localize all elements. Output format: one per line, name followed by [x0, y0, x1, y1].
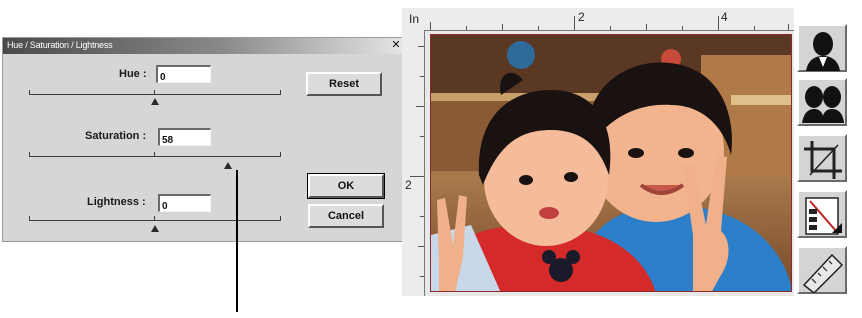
lightness-slider-tick [29, 216, 30, 221]
hue-slider-track[interactable] [29, 94, 281, 95]
hue-slider-tick [154, 90, 155, 95]
saturation-slider-tick [154, 152, 155, 157]
lightness-label: Lightness : [87, 196, 146, 208]
hue-slider-tick [280, 90, 281, 95]
ruler-tick [418, 46, 424, 47]
ok-button[interactable]: OK [307, 173, 385, 199]
saturation-input[interactable] [160, 133, 210, 148]
ruler-tick [718, 16, 719, 30]
ruler-h-label: 2 [578, 10, 585, 24]
hue-input[interactable] [158, 70, 210, 85]
ruler-tick [682, 26, 683, 30]
preview-toolbar [797, 24, 849, 294]
saturation-slider-track[interactable] [29, 156, 281, 157]
crop-button[interactable] [797, 134, 847, 182]
horizontal-ruler: In 2 4 [402, 8, 794, 31]
single-portrait-button[interactable] [797, 24, 847, 72]
reset-button[interactable]: Reset [306, 72, 382, 96]
lightness-slider-track[interactable] [29, 220, 281, 221]
ruler-icon [802, 253, 844, 293]
ruler-tick [574, 16, 575, 30]
single-portrait-icon [806, 32, 840, 71]
hue-slider-thumb[interactable] [151, 98, 159, 105]
lightness-slider-thumb[interactable] [151, 225, 159, 232]
ruler-tick [754, 26, 755, 30]
ruler-unit: In [409, 12, 420, 26]
ruler-tick [410, 176, 424, 177]
two-portraits-icon [802, 86, 844, 123]
two-portraits-button[interactable] [797, 78, 847, 126]
lightness-field[interactable] [158, 194, 211, 214]
vertical-ruler: 2 [402, 30, 425, 296]
close-icon[interactable]: ✕ [390, 39, 402, 52]
children-photo [431, 35, 791, 291]
saturation-field[interactable] [158, 128, 211, 148]
dialog-title: Hue / Saturation / Lightness [7, 40, 113, 50]
crop-icon [804, 141, 842, 179]
saturation-slider-tick [29, 152, 30, 157]
ruler-tick [420, 276, 424, 277]
ruler-tick [420, 136, 424, 137]
text-size-button[interactable] [797, 190, 847, 238]
saturation-slider-thumb[interactable] [224, 162, 232, 169]
ruler-tick [430, 22, 431, 30]
cancel-button[interactable]: Cancel [308, 204, 384, 228]
ruler-tick [610, 26, 611, 30]
ruler-tick [418, 246, 424, 247]
ruler-tick [420, 76, 424, 77]
text-size-icon [805, 197, 842, 235]
callout-line [236, 170, 238, 312]
lightness-input[interactable] [160, 199, 210, 214]
preview-photo[interactable] [430, 34, 792, 292]
hue-saturation-lightness-dialog: Hue / Saturation / Lightness ✕ Hue : Sat… [2, 37, 405, 242]
ruler-h-label: 4 [721, 10, 728, 24]
ruler-tick [502, 24, 503, 30]
preview-window: In 2 4 2 [402, 8, 794, 296]
ruler-tick [420, 216, 424, 217]
ruler-tick [646, 24, 647, 30]
ruler-tick [466, 26, 467, 30]
ruler-tick [788, 24, 789, 30]
saturation-slider-tick [280, 152, 281, 157]
hue-field[interactable] [156, 65, 211, 85]
ruler-tick [416, 106, 424, 107]
lightness-slider-tick [154, 216, 155, 221]
lightness-slider-tick [280, 216, 281, 221]
ruler-v-label: 2 [405, 178, 412, 192]
saturation-label: Saturation : [85, 130, 147, 142]
ruler-button[interactable] [797, 246, 847, 294]
dialog-titlebar[interactable]: Hue / Saturation / Lightness ✕ [3, 38, 404, 54]
hue-slider-tick [29, 90, 30, 95]
ruler-tick [538, 26, 539, 30]
hue-label: Hue : [119, 68, 147, 80]
